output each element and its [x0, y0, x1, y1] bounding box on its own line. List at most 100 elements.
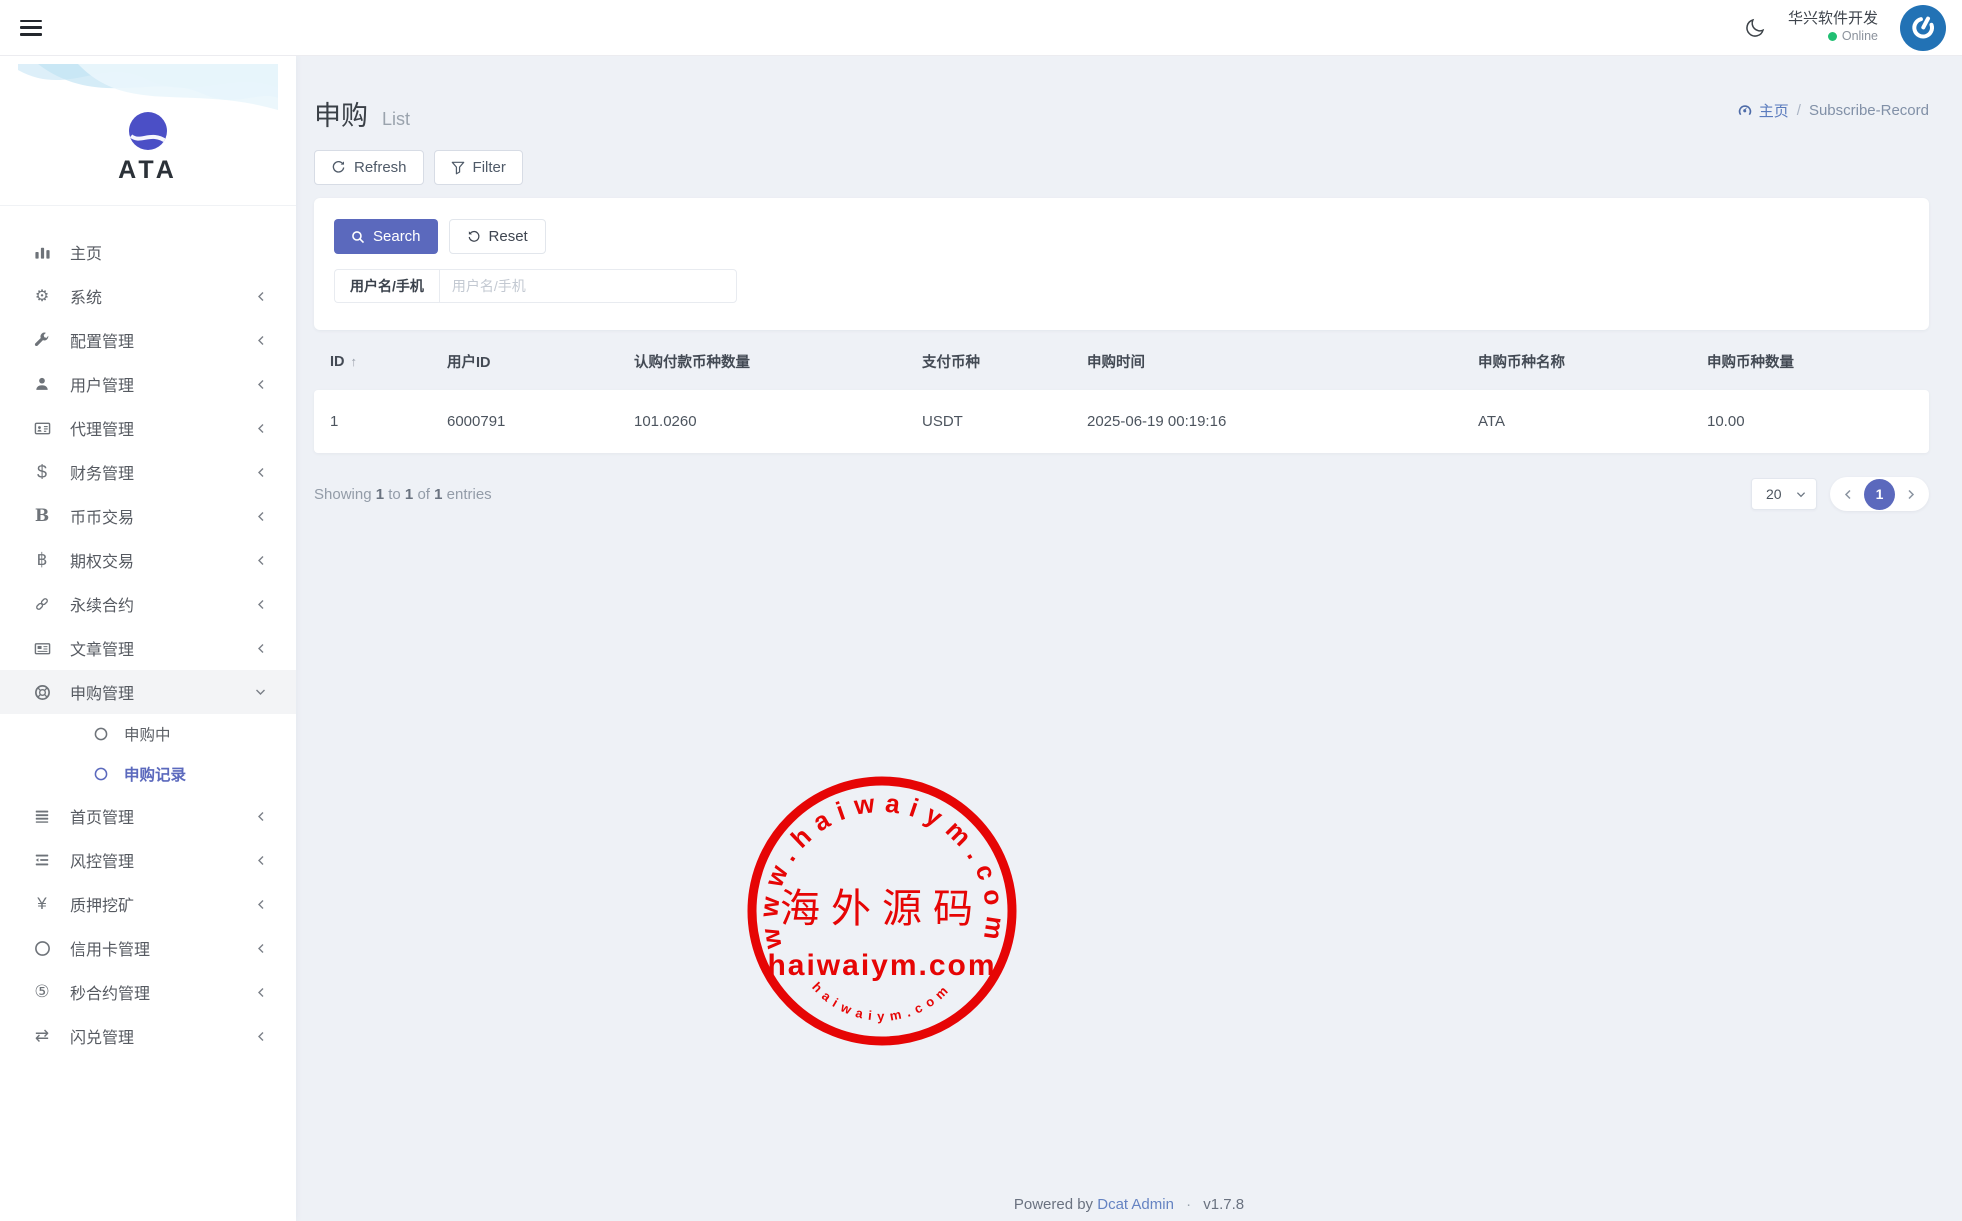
chevron-down-icon	[255, 687, 266, 697]
exchange-icon: ⇄	[30, 1026, 54, 1046]
refresh-icon	[331, 160, 346, 175]
cell-id: 1	[314, 413, 431, 430]
footer-separator: ·	[1186, 1196, 1191, 1213]
bitcoin-icon: ฿	[30, 550, 54, 570]
filter-button[interactable]: Filter	[434, 150, 523, 185]
brand-swoosh-icon	[129, 112, 167, 150]
sidebar-item-home[interactable]: 主页	[0, 230, 296, 274]
column-header-pay-currency: 支付币种	[906, 351, 1071, 372]
sidebar-toggle-button[interactable]	[20, 20, 42, 36]
cell-user-id: 6000791	[431, 413, 618, 430]
sidebar-item-risk-control[interactable]: 风控管理	[0, 838, 296, 882]
chevron-left-icon	[1843, 489, 1853, 500]
sort-asc-icon[interactable]: ↑	[351, 354, 358, 369]
sidebar-item-finance[interactable]: $ 财务管理	[0, 450, 296, 494]
chevron-left-icon	[256, 643, 266, 654]
user-status: Online	[1788, 29, 1878, 45]
chevron-left-icon	[256, 379, 266, 390]
user-avatar[interactable]	[1900, 5, 1946, 51]
link-icon	[30, 596, 54, 612]
chevron-left-icon	[256, 855, 266, 866]
page-size-select[interactable]: 20	[1751, 478, 1817, 510]
cell-pay-currency: USDT	[906, 413, 1071, 430]
sidebar-item-staking[interactable]: ¥ 质押挖矿	[0, 882, 296, 926]
cell-coin-amount: 10.00	[1691, 413, 1929, 430]
brand-block: ATA	[0, 56, 296, 206]
sidebar-item-subscribe[interactable]: 申购管理	[0, 670, 296, 714]
chevron-left-icon	[256, 899, 266, 910]
reset-button[interactable]: Reset	[449, 219, 546, 254]
cell-pay-amount: 101.0260	[618, 413, 906, 430]
cell-coin-name: ATA	[1462, 413, 1691, 430]
powered-by-label: Powered by	[1014, 1196, 1093, 1213]
filter-panel: Search Reset 用户名/手机	[314, 198, 1929, 330]
outdent-icon	[30, 852, 54, 868]
chevron-left-icon	[256, 943, 266, 954]
next-page-button[interactable]	[1899, 482, 1923, 506]
circled-five-icon: ⑤	[30, 982, 54, 1002]
username-phone-label: 用户名/手机	[334, 269, 439, 303]
circle-icon	[30, 940, 54, 957]
sidebar-item-second-contract[interactable]: ⑤ 秒合约管理	[0, 970, 296, 1014]
column-header-coin-name: 申购币种名称	[1462, 351, 1691, 372]
online-label: Online	[1842, 29, 1878, 45]
sidebar-item-options-trade[interactable]: ฿ 期权交易	[0, 538, 296, 582]
column-header-id[interactable]: ID ↑	[314, 354, 431, 370]
prev-page-button[interactable]	[1836, 482, 1860, 506]
yen-icon: ¥	[30, 894, 54, 914]
sidebar-item-credit-card[interactable]: 信用卡管理	[0, 926, 296, 970]
sidebar-item-articles[interactable]: 文章管理	[0, 626, 296, 670]
sidebar-item-config[interactable]: 配置管理	[0, 318, 296, 362]
breadcrumb: 主页 / Subscribe-Record	[1737, 100, 1929, 121]
sidebar-subitem-subscribe-record[interactable]: 申购记录	[0, 754, 296, 794]
sidebar-item-flash-exchange[interactable]: ⇄ 闪兑管理	[0, 1014, 296, 1058]
chevron-left-icon	[256, 599, 266, 610]
username-phone-field-group: 用户名/手机	[334, 269, 1909, 303]
sidebar-item-users[interactable]: 用户管理	[0, 362, 296, 406]
life-ring-icon	[30, 684, 54, 701]
sidebar: ATA 主页 ⚙ 系统 配置管理 用户管理	[0, 56, 296, 1221]
breadcrumb-separator: /	[1797, 102, 1801, 119]
top-navbar: 华兴软件开发 Online	[0, 0, 1962, 56]
online-dot-icon	[1828, 32, 1837, 41]
sidebar-item-perpetual[interactable]: 永续合约	[0, 582, 296, 626]
page-1-button[interactable]: 1	[1864, 479, 1895, 510]
chevron-left-icon	[256, 467, 266, 478]
brand-logo	[129, 112, 167, 150]
column-header-pay-amount: 认购付款币种数量	[618, 351, 906, 372]
user-icon	[30, 376, 54, 392]
sidebar-item-spot-trade[interactable]: B 币币交易	[0, 494, 296, 538]
sidebar-item-agents[interactable]: 代理管理	[0, 406, 296, 450]
sidebar-item-system[interactable]: ⚙ 系统	[0, 274, 296, 318]
chevron-left-icon	[256, 1031, 266, 1042]
sidebar-menu: 主页 ⚙ 系统 配置管理 用户管理 代理管理	[0, 206, 296, 1058]
chevron-right-icon	[1906, 489, 1916, 500]
chevron-left-icon	[256, 423, 266, 434]
table-row[interactable]: 1 6000791 101.0260 USDT 2025-06-19 00:19…	[314, 390, 1929, 453]
newspaper-icon	[30, 640, 54, 657]
column-header-coin-amount: 申购币种数量	[1691, 351, 1929, 372]
chart-bar-icon	[30, 244, 54, 261]
chevron-left-icon	[256, 291, 266, 302]
chevron-down-icon	[1796, 490, 1806, 499]
page-title: 申购	[314, 94, 368, 133]
dashboard-icon	[1737, 103, 1753, 119]
dcat-admin-link[interactable]: Dcat Admin	[1097, 1196, 1174, 1213]
undo-icon	[467, 230, 481, 244]
sidebar-subitem-subscribing[interactable]: 申购中	[0, 714, 296, 754]
refresh-button[interactable]: Refresh	[314, 150, 424, 185]
version-label: v1.7.8	[1203, 1196, 1244, 1213]
entries-info: Showing 1 to 1 of 1 entries	[314, 486, 492, 503]
breadcrumb-home-link[interactable]: 主页	[1737, 100, 1789, 121]
funnel-icon	[451, 161, 465, 175]
toolbar: Refresh Filter	[314, 150, 1929, 185]
breadcrumb-current: Subscribe-Record	[1809, 102, 1929, 119]
search-button[interactable]: Search	[334, 219, 438, 254]
sidebar-item-homepage[interactable]: 首页管理	[0, 794, 296, 838]
dark-mode-toggle[interactable]	[1745, 17, 1766, 38]
id-card-icon	[30, 420, 54, 437]
username-phone-input[interactable]	[439, 269, 737, 303]
chevron-left-icon	[256, 335, 266, 346]
gear-icon: ⚙	[30, 286, 54, 306]
chevron-left-icon	[256, 555, 266, 566]
